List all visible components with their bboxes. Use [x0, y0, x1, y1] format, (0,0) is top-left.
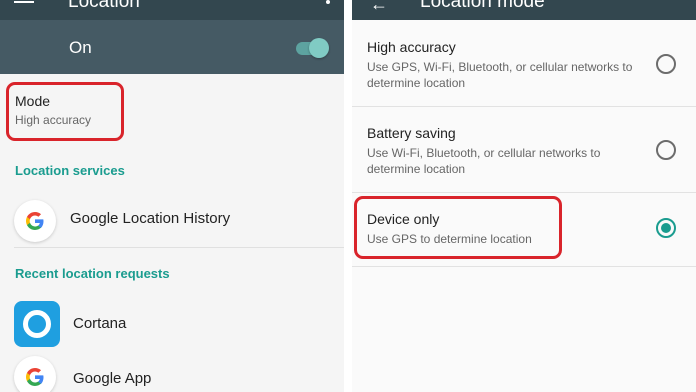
list-item-cortana[interactable]: Cortana [0, 297, 344, 349]
location-toggle[interactable] [294, 37, 330, 59]
screen-title: Location mode [420, 0, 545, 12]
mode-highlight-box [6, 82, 124, 141]
divider [352, 266, 696, 267]
option-high-accuracy[interactable]: High accuracy Use GPS, Wi-Fi, Bluetooth,… [352, 20, 696, 107]
divider [14, 247, 344, 248]
radio-button[interactable] [656, 140, 676, 160]
master-switch-label: On [69, 38, 92, 57]
arrow-back-icon[interactable]: ← [370, 0, 388, 15]
app-bar: ← Location mode [352, 0, 696, 20]
google-icon [14, 356, 56, 392]
list-item-label: Google App [73, 370, 152, 387]
list-item-label: Cortana [73, 315, 127, 332]
list-item-google-location-history[interactable]: Google Location History [0, 194, 344, 248]
screen-title: Location [68, 0, 140, 12]
option-title: Battery saving [367, 125, 456, 141]
device-only-highlight-box [354, 196, 562, 259]
panel-gap [344, 0, 352, 392]
radio-button-selected[interactable] [656, 218, 676, 238]
option-description: Use Wi-Fi, Bluetooth, or cellular networ… [367, 146, 601, 176]
google-icon [14, 200, 56, 242]
list-item-google-app[interactable]: Google App [0, 352, 344, 392]
option-device-only[interactable]: Device only Use GPS to determine locatio… [352, 193, 696, 267]
toggle-thumb [309, 38, 329, 58]
location-settings-screen: Location On Mode High accuracy Location … [0, 0, 344, 392]
list-item-label: Google Location History [70, 210, 231, 227]
section-header-location-services: Location services [15, 163, 125, 178]
cortana-icon [14, 301, 60, 347]
app-bar: Location [0, 0, 344, 20]
mode-setting[interactable]: Mode High accuracy [0, 74, 344, 150]
more-vert-icon[interactable] [326, 0, 330, 8]
option-battery-saving[interactable]: Battery saving Use Wi-Fi, Bluetooth, or … [352, 107, 696, 193]
section-header-recent-requests: Recent location requests [15, 266, 170, 281]
radio-button[interactable] [656, 54, 676, 74]
option-description: Use GPS, Wi-Fi, Bluetooth, or cellular n… [367, 60, 633, 90]
option-title: High accuracy [367, 39, 456, 55]
location-mode-screen: ← Location mode High accuracy Use GPS, W… [352, 0, 696, 392]
master-switch-bar[interactable]: On [0, 20, 344, 74]
menu-icon[interactable] [14, 0, 34, 8]
